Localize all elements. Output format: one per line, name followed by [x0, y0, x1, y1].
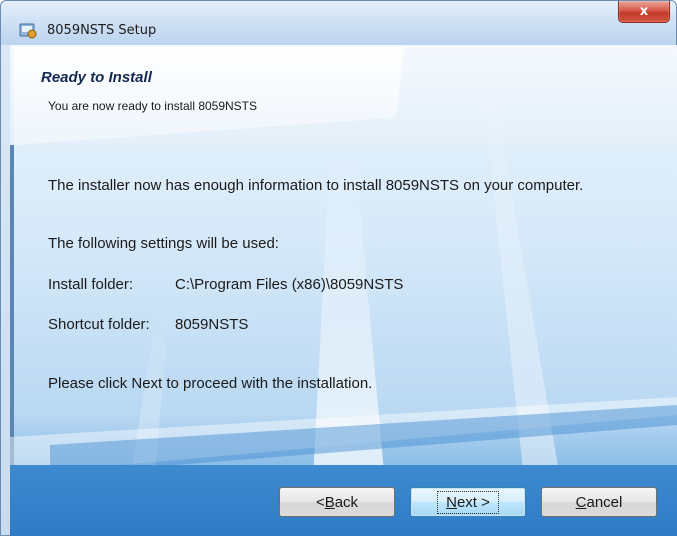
- shortcut-folder-label: Shortcut folder:: [48, 316, 150, 333]
- next-button-focus: Next >: [437, 490, 499, 514]
- client-area: Ready to Install You are now ready to in…: [10, 45, 677, 536]
- shortcut-folder-value: 8059NSTS: [175, 316, 249, 333]
- installer-app-icon: [19, 23, 37, 39]
- back-button-prefix: <: [315, 493, 325, 511]
- close-button[interactable]: x: [618, 1, 670, 23]
- cancel-button[interactable]: Cancel: [541, 487, 657, 517]
- close-icon: x: [639, 4, 649, 19]
- header-banner: Ready to Install You are now ready to in…: [10, 45, 677, 145]
- page-subtitle: You are now ready to install 8059NSTS: [48, 99, 258, 113]
- settings-heading: The following settings will be used:: [48, 235, 279, 252]
- cancel-button-accel: C: [575, 493, 587, 511]
- back-button[interactable]: < Back: [279, 487, 395, 517]
- back-button-label: ack: [334, 493, 359, 511]
- page-title: Ready to Install: [41, 69, 152, 86]
- next-button-label: ext >: [456, 493, 490, 511]
- next-button[interactable]: Next >: [410, 487, 526, 517]
- instruction-text: Please click Next to proceed with the in…: [48, 375, 373, 392]
- next-button-accel: N: [446, 493, 457, 511]
- installer-window: 8059NSTS Setup x Ready to Install You ar…: [0, 0, 677, 536]
- header-panel: [14, 47, 404, 145]
- intro-text: The installer now has enough information…: [48, 177, 584, 194]
- window-title: 8059NSTS Setup: [47, 23, 157, 38]
- title-bar[interactable]: 8059NSTS Setup x: [1, 1, 676, 45]
- cancel-button-label: ancel: [586, 493, 623, 511]
- install-folder-label: Install folder:: [48, 276, 134, 293]
- back-button-accel: B: [324, 493, 335, 511]
- install-folder-value: C:\Program Files (x86)\8059NSTS: [175, 276, 404, 293]
